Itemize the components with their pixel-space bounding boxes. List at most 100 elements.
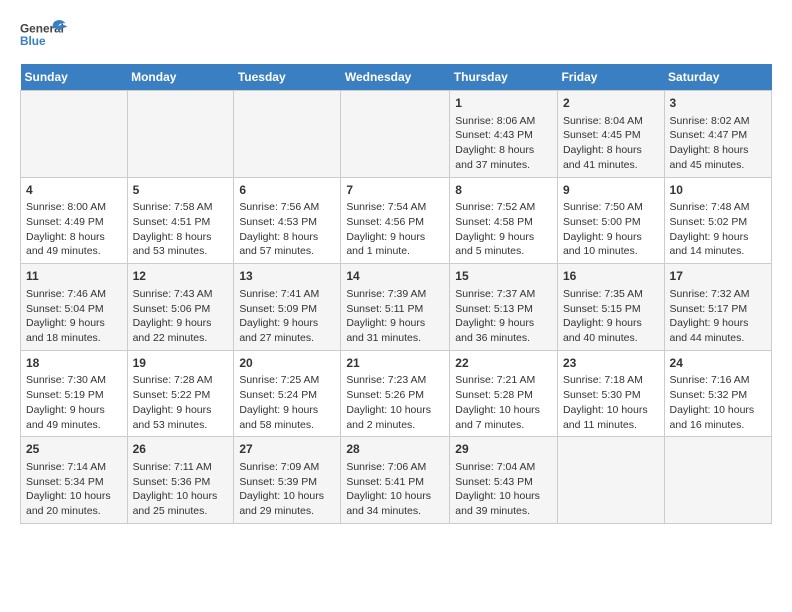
day-info-line: and 31 minutes. — [346, 331, 444, 346]
header-day-friday: Friday — [557, 64, 664, 91]
day-info-line: and 18 minutes. — [26, 331, 122, 346]
day-number: 1 — [455, 95, 552, 112]
day-info-line: Daylight: 9 hours — [670, 316, 766, 331]
day-info-line: Sunset: 5:32 PM — [670, 388, 766, 403]
day-info-line: Sunset: 5:34 PM — [26, 475, 122, 490]
day-info-line: Sunrise: 7:50 AM — [563, 200, 659, 215]
day-number: 24 — [670, 355, 766, 372]
day-info-line: Sunrise: 7:23 AM — [346, 373, 444, 388]
day-info-line: and 40 minutes. — [563, 331, 659, 346]
day-info-line: Sunset: 4:47 PM — [670, 128, 766, 143]
day-info-line: Sunrise: 7:04 AM — [455, 460, 552, 475]
empty-cell — [127, 91, 234, 178]
day-info-line: Sunrise: 7:54 AM — [346, 200, 444, 215]
calendar-day-5: 5Sunrise: 7:58 AMSunset: 4:51 PMDaylight… — [127, 177, 234, 264]
empty-cell — [664, 437, 771, 524]
day-info-line: Daylight: 10 hours — [26, 489, 122, 504]
empty-cell — [341, 91, 450, 178]
day-info-line: Sunrise: 7:14 AM — [26, 460, 122, 475]
day-number: 9 — [563, 182, 659, 199]
calendar-day-13: 13Sunrise: 7:41 AMSunset: 5:09 PMDayligh… — [234, 264, 341, 351]
day-info-line: and 37 minutes. — [455, 158, 552, 173]
day-info-line: Daylight: 10 hours — [346, 403, 444, 418]
calendar-day-22: 22Sunrise: 7:21 AMSunset: 5:28 PMDayligh… — [450, 350, 558, 437]
day-info-line: Sunset: 5:13 PM — [455, 302, 552, 317]
header-day-sunday: Sunday — [21, 64, 128, 91]
calendar-table: SundayMondayTuesdayWednesdayThursdayFrid… — [20, 64, 772, 524]
day-info-line: and 36 minutes. — [455, 331, 552, 346]
calendar-day-6: 6Sunrise: 7:56 AMSunset: 4:53 PMDaylight… — [234, 177, 341, 264]
header-day-wednesday: Wednesday — [341, 64, 450, 91]
day-number: 8 — [455, 182, 552, 199]
day-info-line: and 20 minutes. — [26, 504, 122, 519]
calendar-day-15: 15Sunrise: 7:37 AMSunset: 5:13 PMDayligh… — [450, 264, 558, 351]
day-info-line: Daylight: 8 hours — [133, 230, 229, 245]
day-number: 7 — [346, 182, 444, 199]
day-info-line: and 25 minutes. — [133, 504, 229, 519]
day-info-line: Sunrise: 7:25 AM — [239, 373, 335, 388]
day-info-line: Daylight: 9 hours — [455, 316, 552, 331]
day-info-line: and 1 minute. — [346, 244, 444, 259]
day-info-line: Sunset: 5:02 PM — [670, 215, 766, 230]
day-info-line: Sunrise: 7:43 AM — [133, 287, 229, 302]
day-info-line: Sunset: 5:26 PM — [346, 388, 444, 403]
day-info-line: and 5 minutes. — [455, 244, 552, 259]
day-info-line: and 29 minutes. — [239, 504, 335, 519]
day-number: 28 — [346, 441, 444, 458]
day-info-line: Sunset: 4:53 PM — [239, 215, 335, 230]
calendar-week-3: 11Sunrise: 7:46 AMSunset: 5:04 PMDayligh… — [21, 264, 772, 351]
day-number: 13 — [239, 268, 335, 285]
day-info-line: Sunset: 5:36 PM — [133, 475, 229, 490]
day-info-line: Sunset: 5:15 PM — [563, 302, 659, 317]
day-number: 10 — [670, 182, 766, 199]
day-info-line: Daylight: 8 hours — [455, 143, 552, 158]
day-info-line: and 39 minutes. — [455, 504, 552, 519]
day-number: 6 — [239, 182, 335, 199]
day-number: 23 — [563, 355, 659, 372]
day-info-line: Daylight: 9 hours — [133, 316, 229, 331]
day-info-line: Daylight: 10 hours — [346, 489, 444, 504]
day-info-line: Sunset: 5:41 PM — [346, 475, 444, 490]
day-info-line: Daylight: 10 hours — [455, 403, 552, 418]
day-info-line: Daylight: 9 hours — [26, 403, 122, 418]
day-info-line: Sunrise: 7:21 AM — [455, 373, 552, 388]
day-info-line: Sunset: 5:22 PM — [133, 388, 229, 403]
day-info-line: and 2 minutes. — [346, 418, 444, 433]
day-info-line: Daylight: 9 hours — [670, 230, 766, 245]
day-info-line: and 27 minutes. — [239, 331, 335, 346]
day-info-line: Sunset: 4:49 PM — [26, 215, 122, 230]
calendar-day-2: 2Sunrise: 8:04 AMSunset: 4:45 PMDaylight… — [557, 91, 664, 178]
day-info-line: Sunset: 5:30 PM — [563, 388, 659, 403]
day-info-line: Daylight: 10 hours — [563, 403, 659, 418]
day-info-line: Sunset: 4:51 PM — [133, 215, 229, 230]
day-info-line: Sunset: 4:56 PM — [346, 215, 444, 230]
day-info-line: Sunrise: 7:37 AM — [455, 287, 552, 302]
day-info-line: Daylight: 10 hours — [239, 489, 335, 504]
day-info-line: and 41 minutes. — [563, 158, 659, 173]
day-info-line: Sunrise: 7:32 AM — [670, 287, 766, 302]
day-number: 27 — [239, 441, 335, 458]
calendar-day-19: 19Sunrise: 7:28 AMSunset: 5:22 PMDayligh… — [127, 350, 234, 437]
calendar-week-5: 25Sunrise: 7:14 AMSunset: 5:34 PMDayligh… — [21, 437, 772, 524]
day-info-line: Sunrise: 7:56 AM — [239, 200, 335, 215]
day-info-line: Daylight: 9 hours — [26, 316, 122, 331]
day-info-line: Sunrise: 7:35 AM — [563, 287, 659, 302]
day-number: 18 — [26, 355, 122, 372]
empty-cell — [234, 91, 341, 178]
calendar-day-20: 20Sunrise: 7:25 AMSunset: 5:24 PMDayligh… — [234, 350, 341, 437]
empty-cell — [557, 437, 664, 524]
day-info-line: Sunset: 5:24 PM — [239, 388, 335, 403]
day-info-line: and 34 minutes. — [346, 504, 444, 519]
day-info-line: Sunrise: 7:09 AM — [239, 460, 335, 475]
day-info-line: Sunrise: 7:18 AM — [563, 373, 659, 388]
day-info-line: Sunrise: 8:02 AM — [670, 114, 766, 129]
calendar-day-10: 10Sunrise: 7:48 AMSunset: 5:02 PMDayligh… — [664, 177, 771, 264]
day-info-line: Daylight: 9 hours — [346, 316, 444, 331]
calendar-day-28: 28Sunrise: 7:06 AMSunset: 5:41 PMDayligh… — [341, 437, 450, 524]
day-info-line: Sunrise: 7:46 AM — [26, 287, 122, 302]
day-number: 19 — [133, 355, 229, 372]
calendar-week-1: 1Sunrise: 8:06 AMSunset: 4:43 PMDaylight… — [21, 91, 772, 178]
day-number: 26 — [133, 441, 229, 458]
day-info-line: and 49 minutes. — [26, 244, 122, 259]
calendar-day-12: 12Sunrise: 7:43 AMSunset: 5:06 PMDayligh… — [127, 264, 234, 351]
